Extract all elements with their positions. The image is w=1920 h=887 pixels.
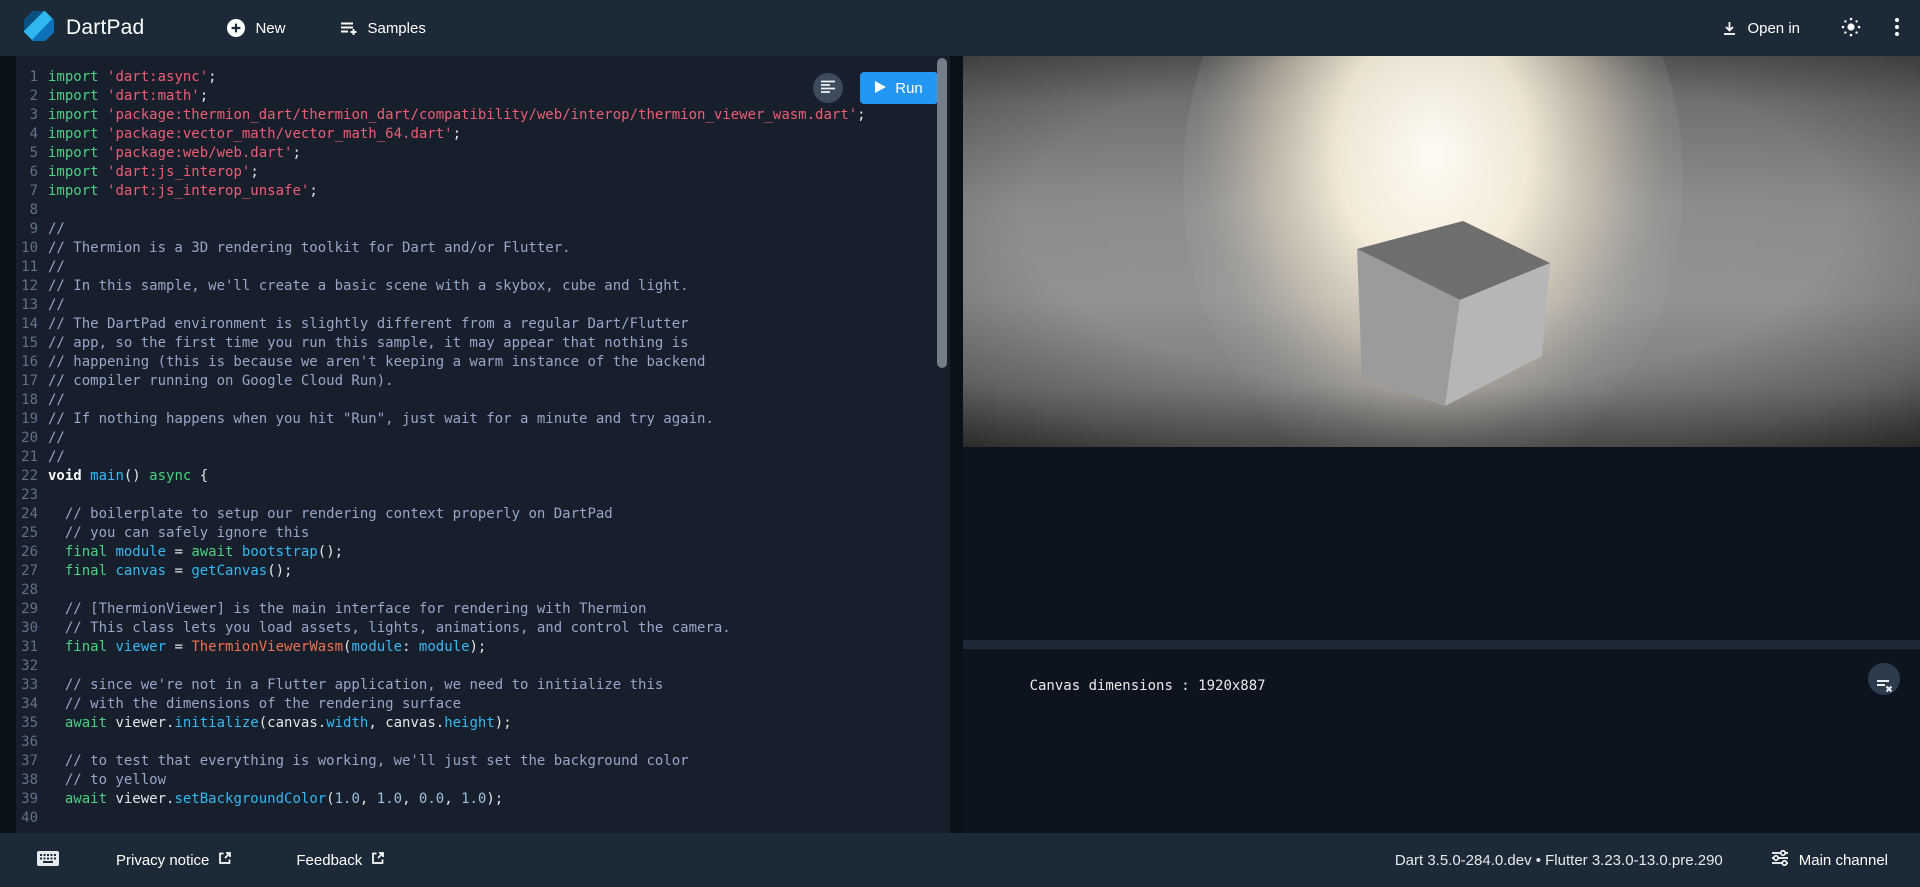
samples-button-label: Samples	[367, 20, 425, 37]
code-line: 28	[16, 581, 950, 600]
code-line: 32	[16, 657, 950, 676]
code-line: 25 // you can safely ignore this	[16, 524, 950, 543]
kebab-menu-icon	[1894, 17, 1900, 40]
code-editor[interactable]: 1import 'dart:async';2import 'dart:math'…	[16, 56, 950, 833]
samples-button[interactable]: Samples	[335, 14, 429, 43]
brightness-icon	[1840, 16, 1862, 41]
dartpad-logo-icon	[22, 9, 56, 48]
code-line: 40	[16, 809, 950, 828]
code-line: 9//	[16, 220, 950, 239]
output-panel: Canvas dimensions : 1920x887	[963, 56, 1920, 833]
code-line: 30 // This class lets you load assets, l…	[16, 619, 950, 638]
brand: DartPad	[22, 9, 144, 48]
open-in-new-icon	[371, 851, 385, 869]
code-line: 17// compiler running on Google Cloud Ru…	[16, 372, 950, 391]
code-line: 39 await viewer.setBackgroundColor(1.0, …	[16, 790, 950, 809]
app-header: DartPad New Samples Op	[0, 0, 1920, 56]
code-line: 36	[16, 733, 950, 752]
code-line: 26 final module = await bootstrap();	[16, 543, 950, 562]
panel-spacer	[963, 447, 1920, 640]
code-line: 12// In this sample, we'll create a basi…	[16, 277, 950, 296]
clear-console-button[interactable]	[1868, 663, 1900, 695]
channel-label: Main channel	[1799, 852, 1888, 869]
code-line: 13//	[16, 296, 950, 315]
plus-circle-icon	[226, 18, 246, 38]
code-line: 4import 'package:vector_math/vector_math…	[16, 125, 950, 144]
app-title: DartPad	[66, 16, 144, 40]
code-line: 22void main() async {	[16, 467, 950, 486]
code-line: 11//	[16, 258, 950, 277]
open-in-button[interactable]: Open in	[1717, 14, 1804, 43]
playlist-add-icon	[339, 20, 358, 37]
code-line: 14// The DartPad environment is slightly…	[16, 315, 950, 334]
render-canvas[interactable]	[963, 56, 1920, 447]
code-line: 20//	[16, 429, 950, 448]
status-bar: Privacy notice Feedback Dart 3.5.0-284.0…	[0, 833, 1920, 887]
sdk-version-text: Dart 3.5.0-284.0.dev • Flutter 3.23.0-13…	[1395, 852, 1723, 869]
code-line: 18//	[16, 391, 950, 410]
tune-icon	[1771, 850, 1789, 870]
keyboard-shortcuts-button[interactable]	[30, 849, 66, 872]
code-line: 15// app, so the first time you run this…	[16, 334, 950, 353]
code-line: 2import 'dart:math';	[16, 87, 950, 106]
code-line: 33 // since we're not in a Flutter appli…	[16, 676, 950, 695]
code-line: 7import 'dart:js_interop_unsafe';	[16, 182, 950, 201]
feedback-label: Feedback	[296, 852, 362, 869]
code-line: 35 await viewer.initialize(canvas.width,…	[16, 714, 950, 733]
keyboard-icon	[36, 850, 60, 871]
main-area: 1import 'dart:async';2import 'dart:math'…	[0, 56, 1920, 833]
editor-scrollbar-thumb[interactable]	[937, 58, 947, 368]
code-lines[interactable]: 1import 'dart:async';2import 'dart:math'…	[16, 68, 950, 828]
code-line: 31 final viewer = ThermionViewerWasm(mod…	[16, 638, 950, 657]
overflow-menu-button[interactable]	[1888, 11, 1906, 46]
privacy-notice-link[interactable]: Privacy notice	[110, 850, 238, 870]
code-line: 19// If nothing happens when you hit "Ru…	[16, 410, 950, 429]
code-line: 29 // [ThermionViewer] is the main inter…	[16, 600, 950, 619]
code-line: 21//	[16, 448, 950, 467]
format-button[interactable]	[813, 73, 843, 103]
code-line: 10// Thermion is a 3D rendering toolkit …	[16, 239, 950, 258]
new-button[interactable]: New	[222, 12, 289, 44]
play-icon	[875, 80, 886, 97]
format-align-icon	[820, 80, 836, 97]
open-in-new-icon	[218, 851, 232, 869]
code-line: 37 // to test that everything is working…	[16, 752, 950, 771]
privacy-notice-label: Privacy notice	[116, 852, 209, 869]
panel-divider[interactable]	[963, 640, 1920, 649]
code-line: 5import 'package:web/web.dart';	[16, 144, 950, 163]
run-button-label: Run	[895, 80, 923, 97]
open-in-label: Open in	[1747, 20, 1800, 37]
code-line: 3import 'package:thermion_dart/thermion_…	[16, 106, 950, 125]
run-button[interactable]: Run	[860, 72, 938, 104]
channel-selector[interactable]: Main channel	[1765, 849, 1894, 871]
code-line: 24 // boilerplate to setup our rendering…	[16, 505, 950, 524]
console-output: Canvas dimensions : 1920x887	[963, 649, 1920, 833]
code-line: 1import 'dart:async';	[16, 68, 950, 87]
feedback-link[interactable]: Feedback	[290, 850, 391, 870]
code-line: 27 final canvas = getCanvas();	[16, 562, 950, 581]
code-line: 34 // with the dimensions of the renderi…	[16, 695, 950, 714]
code-line: 8	[16, 201, 950, 220]
console-text: Canvas dimensions : 1920x887	[1030, 678, 1266, 694]
download-icon	[1721, 20, 1738, 37]
clear-messages-icon	[1874, 648, 1894, 711]
code-line: 23	[16, 486, 950, 505]
code-line: 38 // to yellow	[16, 771, 950, 790]
new-button-label: New	[255, 20, 285, 37]
code-line: 16// happening (this is because we aren'…	[16, 353, 950, 372]
code-line: 6import 'dart:js_interop';	[16, 163, 950, 182]
theme-toggle-button[interactable]	[1834, 10, 1868, 47]
